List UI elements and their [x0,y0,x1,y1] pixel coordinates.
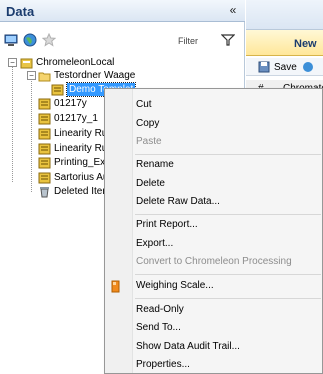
tree-node-root[interactable]: ChromeleonLocal [20,56,220,69]
collapse-panel-button[interactable]: « [226,3,240,17]
panel-title: Data [6,4,35,19]
filter-icon[interactable] [221,34,235,46]
menu-separator [135,214,321,215]
tree-node-deleted-items[interactable]: Deleted Item [38,185,111,198]
sequence-icon [38,172,51,184]
globe-icon[interactable] [23,33,37,47]
data-panel-header: Data « [0,0,245,22]
sequence-icon [38,128,51,140]
menu-item-weighing-scale[interactable]: Weighing Scale... [106,277,322,296]
expand-toggle[interactable]: − [27,71,36,80]
menu-item-print-report[interactable]: Print Report... [106,216,322,235]
menu-item-paste[interactable]: Paste [106,133,322,152]
start-icon[interactable] [302,61,314,73]
tree-node-sequence[interactable]: Linearity Run [38,127,113,140]
app-window: Data « Filter − ChromeleonLocal − Testor… [0,0,323,374]
tree-node-folder[interactable]: Testordner Waage [38,69,218,82]
menu-separator [135,274,321,275]
menu-item-audit-trail[interactable]: Show Data Audit Trail... [106,338,322,357]
tree-node-sequence[interactable]: Printing_Expe [38,156,116,169]
sequence-icon [38,143,51,155]
menu-item-read-only[interactable]: Read-Only [106,301,322,320]
menu-item-send-to[interactable]: Send To... [106,319,322,338]
folder-icon [38,72,51,82]
menu-item-export[interactable]: Export... [106,235,322,254]
menu-item-copy[interactable]: Copy [106,115,322,134]
weighing-scale-icon [111,280,120,293]
computer-icon[interactable] [4,33,18,47]
recycle-bin-icon [40,187,49,198]
tree-node-sequence[interactable]: 01217y_1 [38,112,108,125]
tree-guide-line [12,65,13,182]
menu-separator [135,298,321,299]
sequence-icon [38,157,51,169]
save-button[interactable]: Save [274,62,297,73]
sequence-icon [38,98,51,110]
data-toolbar: Filter [0,30,245,52]
context-menu: Cut Copy Paste Rename Delete Delete Raw … [104,88,323,374]
menu-item-delete[interactable]: Delete [106,175,322,194]
menu-item-cut[interactable]: Cut [106,96,322,115]
tree-guide-line [31,78,32,192]
favorites-star-icon[interactable] [42,33,56,47]
new-tab[interactable]: New [246,30,323,56]
menu-item-rename[interactable]: Rename [106,156,322,175]
menu-item-convert[interactable]: Convert to Chromeleon Processing [106,253,322,272]
filter-label: Filter [178,36,198,46]
ribbon-header [246,0,323,30]
tree-node-sequence[interactable]: Linearity Run [38,142,113,155]
expand-toggle[interactable]: − [8,58,17,67]
document-toolbar: Save [246,58,323,76]
menu-separator [135,154,321,155]
sequence-icon [51,84,64,96]
data-vault-icon [20,58,33,69]
save-icon[interactable] [258,61,270,73]
menu-item-properties[interactable]: Properties... [106,356,322,374]
menu-item-delete-raw-data[interactable]: Delete Raw Data... [106,193,322,212]
sequence-icon [38,113,51,125]
tree-node-sequence[interactable]: 01217y [38,97,108,110]
tree-node-sequence[interactable]: Sartorius Aus [38,171,113,184]
